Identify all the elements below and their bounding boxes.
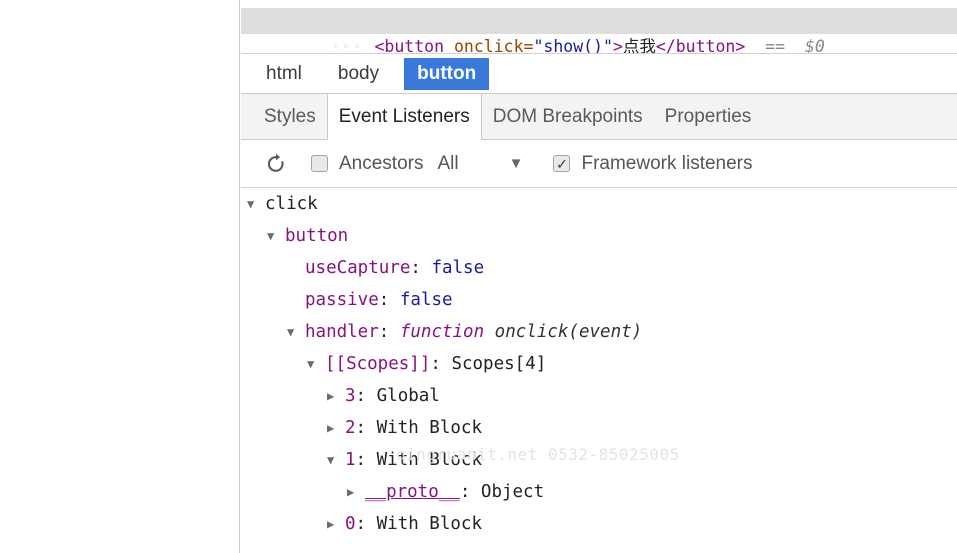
triangle-right-icon[interactable]: ▶	[347, 476, 365, 508]
tree-row-segment: Object	[480, 482, 545, 502]
event-listeners-tree[interactable]: ▼ click ▼ button useCapture: false passive:…	[241, 188, 957, 553]
tree-row-segment: [[Scopes]]	[325, 354, 431, 374]
framework-listeners-label: Framework listeners	[581, 152, 753, 174]
tree-row-segment: onclick(event)	[484, 322, 643, 342]
ancestors-checkbox[interactable]: ✓	[311, 155, 328, 172]
tree-row-segment: passive	[305, 290, 379, 310]
tree-row-segment: 1	[345, 450, 356, 470]
triangle-down-icon[interactable]: ▼	[247, 188, 265, 220]
tree-row[interactable]: ▼ 1: With Block	[241, 444, 957, 476]
tree-row[interactable]: ▼ click	[241, 188, 957, 220]
tree-row-segment: :	[355, 386, 377, 406]
tree-row[interactable]: ▼ button	[241, 220, 957, 252]
tree-row-segment: Scopes[4]	[451, 354, 547, 374]
tree-row-segment: useCapture	[305, 258, 411, 278]
tree-row-segment[interactable]: __proto__	[365, 476, 460, 508]
tree-row[interactable]: ▶ 0: With Block	[241, 508, 957, 540]
tree-row-segment: :	[378, 322, 400, 342]
tree-row-segment: Global	[376, 386, 440, 406]
dom-code-line-partial-bottom[interactable]: <!-- 正常弹出窗口 -->	[241, 34, 957, 53]
dom-code-line-partial-top[interactable]: <!-- 正常弹出窗口 -->	[241, 0, 957, 30]
tree-row-segment: handler	[305, 322, 379, 342]
tree-no-toggle	[287, 252, 305, 284]
tree-row-segment: With Block	[376, 514, 482, 534]
tree-row-segment: :	[410, 258, 432, 278]
triangle-right-icon[interactable]: ▶	[327, 508, 345, 540]
screenshot-root: <!-- 正常弹出窗口 --> •••<button onclick="show…	[0, 0, 957, 553]
tree-row-segment: :	[430, 354, 452, 374]
triangle-right-icon[interactable]: ▶	[327, 412, 345, 444]
tree-row[interactable]: ▼ handler: function onclick(event)	[241, 316, 957, 348]
framework-listeners-checkbox[interactable]: ✓	[553, 155, 571, 172]
tree-row-segment: 2	[345, 418, 356, 438]
breadcrumb-item-body[interactable]: body	[327, 60, 390, 88]
breadcrumb-item-html[interactable]: html	[255, 60, 313, 88]
dom-code-line-selected[interactable]: ••• <button onclick="show()">点我</button> …	[241, 8, 957, 53]
triangle-down-icon[interactable]: ▼	[327, 444, 345, 476]
page-blank-area	[0, 0, 240, 553]
tab-dom-breakpoints[interactable]: DOM Breakpoints	[482, 94, 654, 139]
tree-row[interactable]: useCapture: false	[241, 252, 957, 284]
tree-row-segment: false	[431, 258, 485, 278]
tree-row-segment: :	[355, 418, 377, 438]
triangle-right-icon[interactable]: ▶	[327, 380, 345, 412]
tree-row-segment: :	[355, 514, 377, 534]
triangle-down-icon[interactable]: ▼	[307, 348, 325, 380]
chevron-down-icon[interactable]: ▼	[509, 155, 524, 172]
tree-row[interactable]: ▶ 2: With Block	[241, 412, 957, 444]
tree-row-segment: 0	[345, 514, 356, 534]
sidebar-tab-bar: Styles Event Listeners DOM Breakpoints P…	[241, 94, 957, 140]
tab-styles[interactable]: Styles	[253, 94, 327, 139]
tree-no-toggle	[287, 284, 305, 316]
breadcrumb: html body button	[241, 53, 957, 94]
tree-row[interactable]: ▶ __proto__: Object	[241, 476, 957, 508]
devtools-panel: <!-- 正常弹出窗口 --> •••<button onclick="show…	[241, 0, 957, 553]
tab-properties[interactable]: Properties	[654, 94, 763, 139]
event-listeners-toolbar: ✓ Ancestors All ▼ ✓ Framework listeners	[241, 140, 957, 188]
tree-row[interactable]: ▶ 3: Global	[241, 380, 957, 412]
tree-row-segment: function	[399, 322, 485, 342]
tree-row-segment: With Block	[376, 450, 482, 470]
ancestors-label: Ancestors	[339, 152, 424, 174]
tree-row[interactable]: passive: false	[241, 284, 957, 316]
dom-tree-code-area[interactable]: <!-- 正常弹出窗口 --> •••<button onclick="show…	[241, 0, 957, 53]
tree-row-segment: false	[399, 290, 453, 310]
tree-row-segment: :	[378, 290, 400, 310]
tree-row[interactable]: ▼ [[Scopes]]: Scopes[4]	[241, 348, 957, 380]
tree-row-segment: :	[355, 450, 377, 470]
refresh-icon[interactable]	[263, 151, 289, 177]
tree-row-segment: click	[265, 194, 318, 214]
tab-event-listeners[interactable]: Event Listeners	[326, 94, 482, 140]
triangle-down-icon[interactable]: ▼	[287, 316, 305, 348]
checkmark-icon: ✓	[556, 155, 568, 172]
triangle-down-icon[interactable]: ▼	[267, 220, 285, 252]
breadcrumb-item-button[interactable]: button	[404, 57, 490, 90]
tree-row-segment: :	[459, 482, 481, 502]
tree-row-segment: button	[285, 226, 349, 246]
listener-filter-value[interactable]: All	[437, 153, 458, 175]
tree-row-segment: 3	[345, 386, 356, 406]
tree-row-segment: With Block	[376, 418, 482, 438]
